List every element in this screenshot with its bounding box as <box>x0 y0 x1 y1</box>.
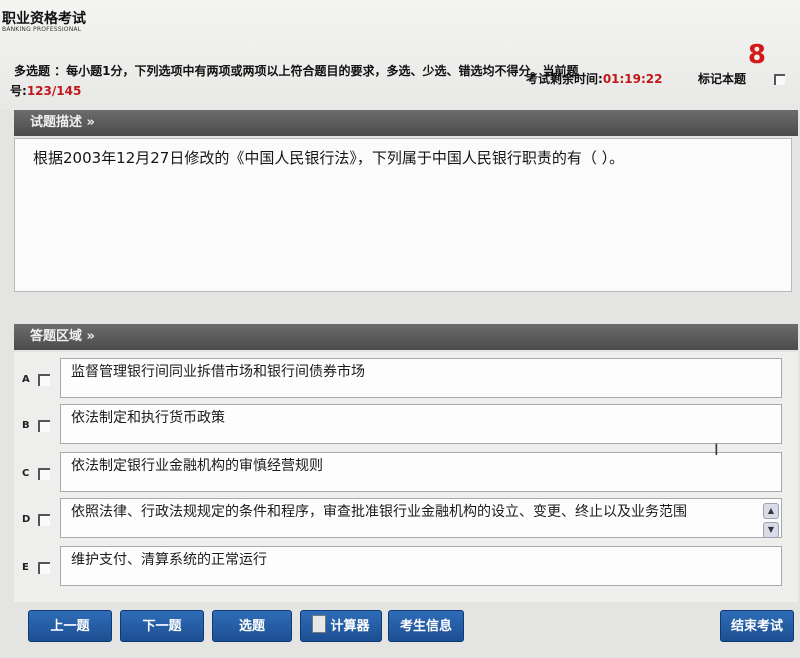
option-row-d[interactable]: D 依照法律、行政法规规定的条件和程序，审查批准银行业金融机构的设立、变更、终止… <box>14 498 786 540</box>
scroll-up-icon[interactable]: ▲ <box>763 503 779 519</box>
app-logo-title: 职业资格考试 <box>2 11 86 27</box>
app-logo-subtitle: BANKING PROFESSIONAL <box>2 26 82 33</box>
question-progress-value: 123/145 <box>26 84 82 98</box>
calculator-label: 计算器 <box>330 619 370 634</box>
answer-area: A 监督管理银行间同业拆借市场和银行间债券市场 B 依法制定和执行货币政策 C … <box>14 352 798 602</box>
scroll-down-icon[interactable]: ▼ <box>763 522 779 538</box>
option-letter: E <box>22 562 29 573</box>
time-remaining: 考试剩余时间:01:19:22 <box>526 70 663 87</box>
question-progress: 号:123/145 <box>10 82 81 99</box>
option-row-e[interactable]: E 维护支付、清算系统的正常运行 <box>14 546 786 588</box>
mark-question-checkbox[interactable] <box>774 74 785 85</box>
exam-header: 职业资格考试 BANKING PROFESSIONAL 8 多选题 ：每小题1分… <box>0 0 800 110</box>
choose-question-button[interactable]: 选题 <box>212 610 292 642</box>
option-d-scrollbar[interactable]: ▲ ▼ <box>763 503 779 538</box>
option-text-d[interactable]: 依照法律、行政法规规定的条件和程序，审查批准银行业金融机构的设立、变更、终止以及… <box>60 498 782 538</box>
mark-question-label: 标记本题 <box>698 72 747 86</box>
option-checkbox-c[interactable] <box>38 468 50 480</box>
prev-question-button[interactable]: 上一题 <box>28 610 112 642</box>
option-checkbox-e[interactable] <box>38 562 50 574</box>
option-text-e[interactable]: 维护支付、清算系统的正常运行 <box>60 546 782 586</box>
option-checkbox-d[interactable] <box>38 514 50 526</box>
option-checkbox-b[interactable] <box>38 420 50 432</box>
option-text-b[interactable]: 依法制定和执行货币政策 <box>60 404 782 444</box>
question-description-panel: 根据2003年12月27日修改的《中国人民银行法》，下列属于中国人民银行职责的有… <box>14 138 792 292</box>
finish-exam-button[interactable]: 结束考试 <box>720 610 794 642</box>
option-text-c[interactable]: 依法制定银行业金融机构的审慎经营规则 <box>60 452 782 492</box>
option-checkbox-a[interactable] <box>38 374 50 386</box>
option-row-b[interactable]: B 依法制定和执行货币政策 <box>14 404 786 446</box>
question-counter-large: 8 <box>747 40 766 70</box>
option-text-a[interactable]: 监督管理银行间同业拆借市场和银行间债券市场 <box>60 358 782 398</box>
time-value: 01:19:22 <box>602 72 663 86</box>
question-progress-label: 号: <box>10 84 27 98</box>
question-section-header: 试题描述 » <box>14 110 798 136</box>
next-question-button[interactable]: 下一题 <box>120 610 204 642</box>
option-letter: B <box>22 420 30 431</box>
text-cursor-icon: Ι <box>714 440 719 459</box>
answer-section-header: 答题区域 » <box>14 324 798 350</box>
time-label: 考试剩余时间: <box>526 72 603 86</box>
option-row-c[interactable]: C 依法制定银行业金融机构的审慎经营规则 <box>14 452 786 494</box>
option-letter: A <box>22 374 30 385</box>
calculator-icon <box>312 615 327 633</box>
question-text: 根据2003年12月27日修改的《中国人民银行法》，下列属于中国人民银行职责的有… <box>33 149 625 167</box>
exam-screen: 职业资格考试 BANKING PROFESSIONAL 8 多选题 ：每小题1分… <box>0 0 800 658</box>
option-letter: D <box>22 514 31 525</box>
option-text-d-content: 依照法律、行政法规规定的条件和程序，审查批准银行业金融机构的设立、变更、终止以及… <box>71 504 687 520</box>
candidate-info-button[interactable]: 考生信息 <box>388 610 464 642</box>
calculator-button[interactable]: 计算器 <box>300 610 382 642</box>
option-letter: C <box>22 468 30 479</box>
instruction-line: 多选题 ：每小题1分，下列选项中有两项或两项以上符合题目的要求，多选、少选、错选… <box>14 64 579 78</box>
instruction-text: 多选题 ：每小题1分，下列选项中有两项或两项以上符合题目的要求，多选、少选、错选… <box>14 62 579 79</box>
option-row-a[interactable]: A 监督管理银行间同业拆借市场和银行间债券市场 <box>14 358 786 400</box>
